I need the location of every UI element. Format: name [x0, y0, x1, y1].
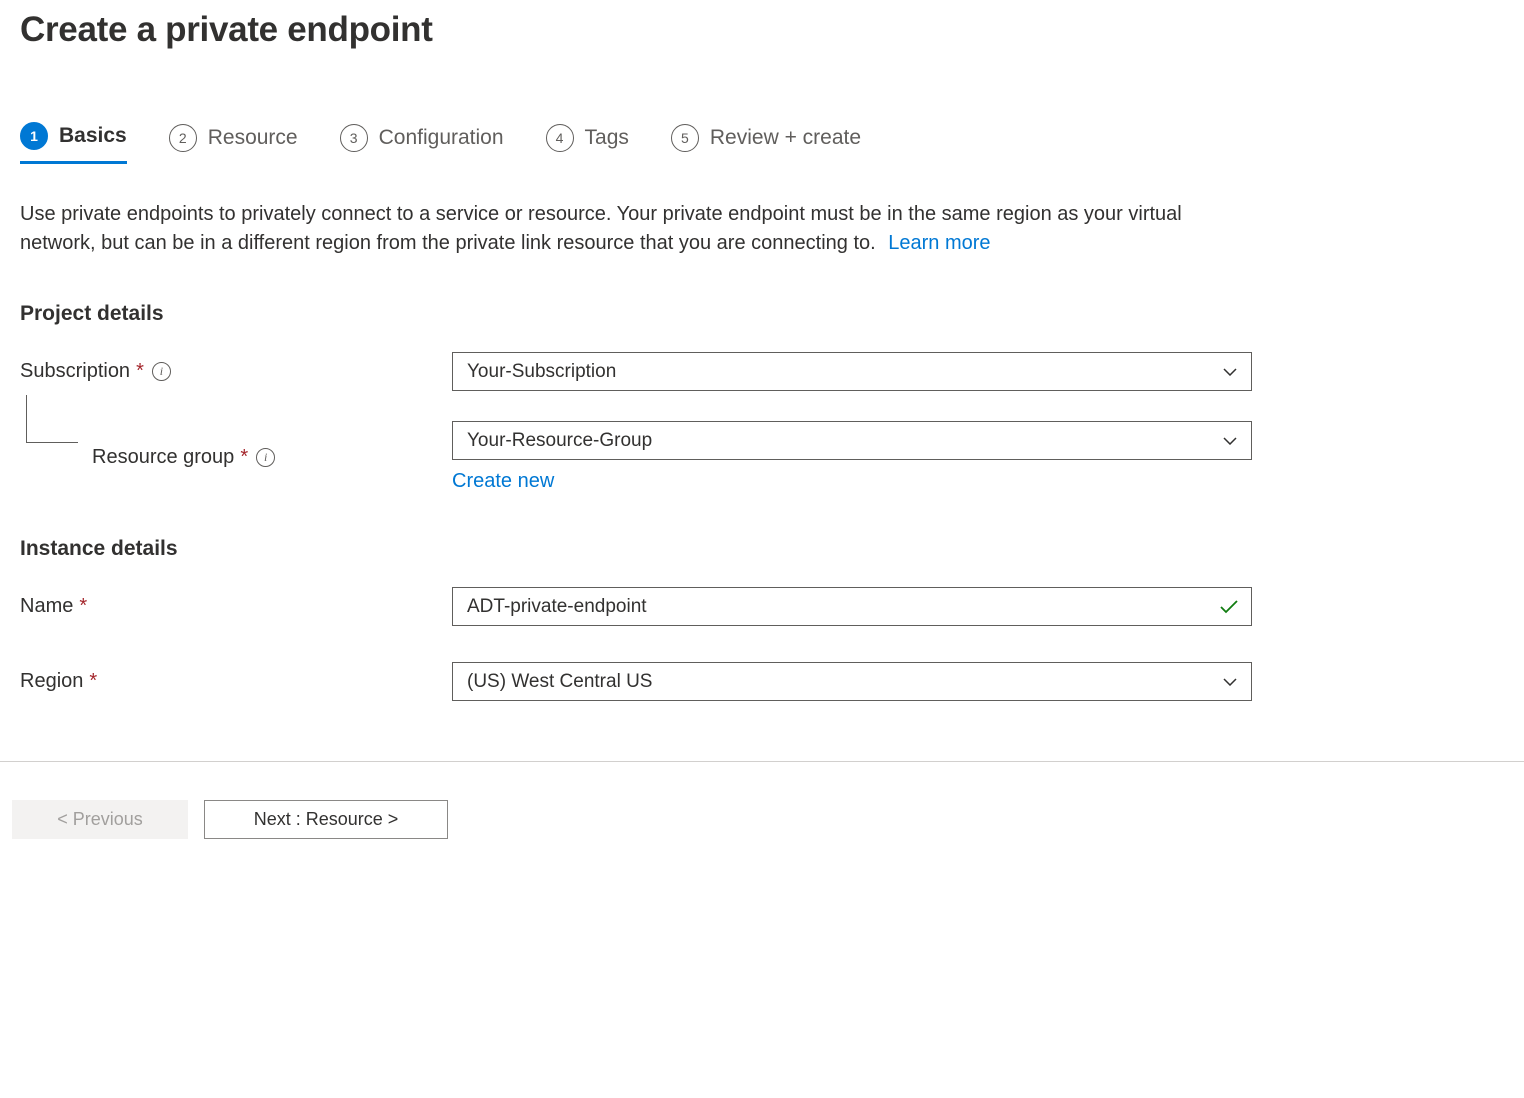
name-label: Name * — [20, 595, 452, 618]
name-input[interactable] — [452, 587, 1252, 626]
required-indicator: * — [136, 360, 144, 383]
chevron-down-icon — [1223, 437, 1237, 445]
learn-more-link[interactable]: Learn more — [888, 232, 990, 254]
tab-configuration[interactable]: 3 Configuration — [340, 122, 504, 164]
project-details-section: Project details Subscription * i Your-Su… — [20, 302, 1496, 493]
section-title: Project details — [20, 302, 1496, 326]
subscription-label: Subscription * i — [20, 360, 452, 383]
region-dropdown[interactable]: (US) West Central US — [452, 662, 1252, 701]
wizard-tabs: 1 Basics 2 Resource 3 Configuration 4 Ta… — [20, 122, 1496, 164]
required-indicator: * — [79, 595, 87, 618]
tab-tags[interactable]: 4 Tags — [546, 122, 629, 164]
subscription-dropdown[interactable]: Your-Subscription — [452, 352, 1252, 391]
tab-label: Tags — [585, 126, 629, 150]
tab-number-icon: 2 — [169, 124, 197, 152]
region-row: Region * (US) West Central US — [20, 662, 1496, 701]
chevron-down-icon — [1223, 368, 1237, 376]
info-icon[interactable]: i — [256, 448, 275, 467]
required-indicator: * — [89, 670, 97, 693]
tab-label: Review + create — [710, 126, 861, 150]
tab-review-create[interactable]: 5 Review + create — [671, 122, 861, 164]
resource-group-row: Resource group * i Your-Resource-Group C… — [20, 421, 1496, 493]
resource-group-label: Resource group * i — [92, 446, 452, 469]
next-button[interactable]: Next : Resource > — [204, 800, 448, 839]
page-title: Create a private endpoint — [20, 10, 1496, 50]
instance-details-section: Instance details Name * Region * (US) We… — [20, 537, 1496, 701]
resource-group-dropdown[interactable]: Your-Resource-Group — [452, 421, 1252, 460]
create-new-link[interactable]: Create new — [452, 470, 554, 493]
tab-label: Resource — [208, 126, 298, 150]
name-row: Name * — [20, 587, 1496, 626]
tree-connector-icon — [26, 395, 78, 443]
tab-label: Basics — [59, 124, 127, 148]
checkmark-icon — [1220, 600, 1238, 614]
tab-number-icon: 5 — [671, 124, 699, 152]
region-label: Region * — [20, 670, 452, 693]
tab-number-icon: 3 — [340, 124, 368, 152]
chevron-down-icon — [1223, 678, 1237, 686]
subscription-row: Subscription * i Your-Subscription — [20, 352, 1496, 391]
info-icon[interactable]: i — [152, 362, 171, 381]
tab-label: Configuration — [379, 126, 504, 150]
section-title: Instance details — [20, 537, 1496, 561]
wizard-footer: < Previous Next : Resource > — [0, 761, 1524, 839]
previous-button[interactable]: < Previous — [12, 800, 188, 839]
tab-number-icon: 1 — [20, 122, 48, 150]
tab-number-icon: 4 — [546, 124, 574, 152]
tab-resource[interactable]: 2 Resource — [169, 122, 298, 164]
page-description: Use private endpoints to privately conne… — [20, 200, 1250, 258]
tab-basics[interactable]: 1 Basics — [20, 122, 127, 164]
required-indicator: * — [240, 446, 248, 469]
